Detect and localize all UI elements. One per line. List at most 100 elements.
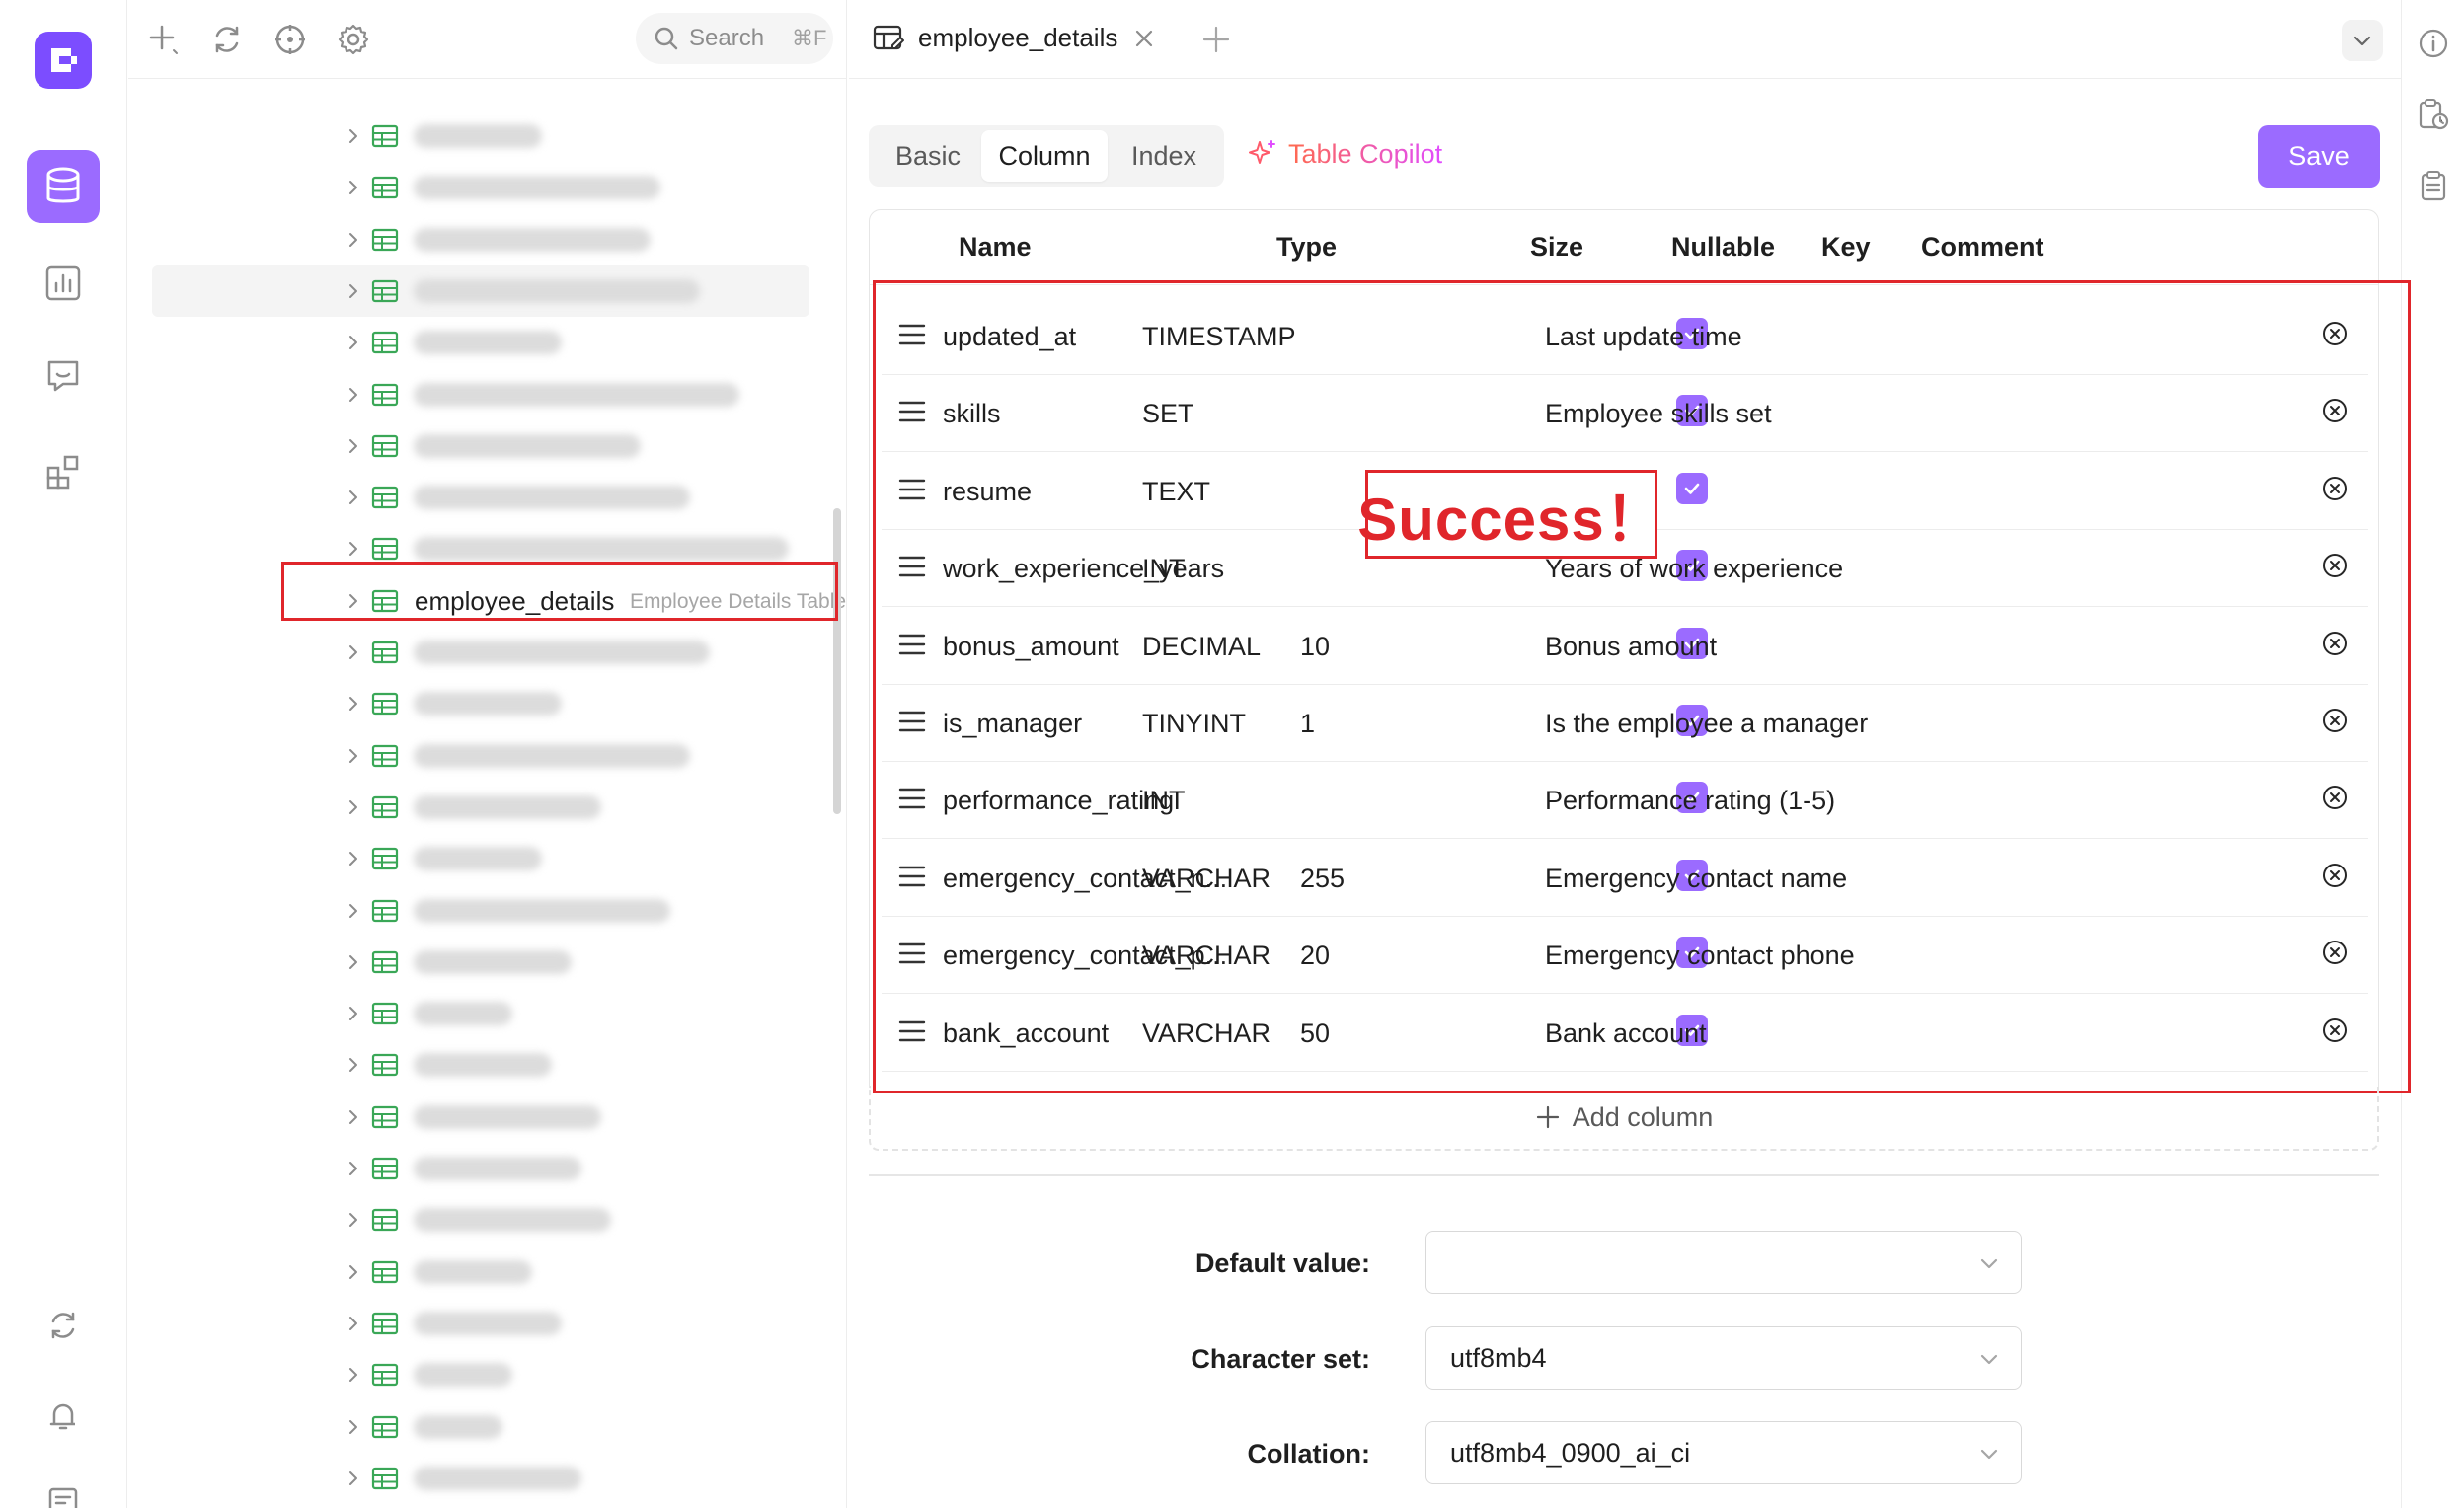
column-name[interactable]: bank_account	[943, 1018, 1109, 1049]
rail-sync-button[interactable]	[27, 1289, 100, 1362]
tree-item-table[interactable]	[152, 317, 823, 368]
add-connection-button[interactable]	[144, 20, 184, 59]
drag-handle-icon[interactable]	[897, 322, 927, 347]
column-comment[interactable]: Emergency contact name	[1545, 864, 1847, 894]
column-row[interactable]: bank_account VARCHAR 50 Bank account	[882, 995, 2368, 1072]
chevron-right-icon[interactable]	[345, 537, 362, 561]
tree-item-table[interactable]: employee_details Employee Details Table	[152, 575, 846, 627]
chevron-right-icon[interactable]	[345, 1415, 362, 1439]
column-type[interactable]: VARCHAR	[1142, 864, 1270, 894]
default-value-select[interactable]	[1425, 1231, 2022, 1294]
chevron-right-icon[interactable]	[345, 176, 362, 199]
chevron-right-icon[interactable]	[345, 1260, 362, 1284]
drag-handle-icon[interactable]	[897, 709, 927, 734]
tree-settings-button[interactable]	[334, 20, 373, 59]
column-row[interactable]: skills SET Employee skills set	[882, 375, 2368, 453]
remove-circle-icon[interactable]	[2321, 475, 2348, 502]
column-row[interactable]: performance_rating INT Performance rating …	[882, 762, 2368, 840]
saved-queries-button[interactable]	[2416, 168, 2451, 203]
column-name[interactable]: updated_at	[943, 322, 1076, 352]
drag-handle-icon[interactable]	[897, 786, 927, 811]
chevron-right-icon[interactable]	[345, 1053, 362, 1077]
tree-item-table[interactable]	[152, 988, 823, 1039]
remove-circle-icon[interactable]	[2321, 320, 2348, 347]
column-comment[interactable]: Employee skills set	[1545, 399, 1772, 429]
refresh-tree-button[interactable]	[207, 20, 247, 59]
chevron-right-icon[interactable]	[345, 1002, 362, 1025]
tree-item-table[interactable]	[152, 1349, 823, 1400]
tree-item-table[interactable]	[152, 420, 823, 472]
tree-item-table[interactable]	[152, 678, 823, 729]
collation-select[interactable]: utf8mb4_0900_ai_ci	[1425, 1421, 2022, 1484]
rail-plugins-button[interactable]	[27, 434, 100, 507]
chevron-right-icon[interactable]	[345, 950, 362, 974]
info-button[interactable]	[2416, 26, 2451, 61]
add-column-button[interactable]: Add column	[869, 1086, 2379, 1151]
column-name[interactable]: resume	[943, 477, 1032, 507]
tree-item-table[interactable]	[152, 1401, 823, 1453]
remove-circle-icon[interactable]	[2321, 862, 2348, 889]
column-name[interactable]: is_manager	[943, 709, 1082, 739]
tree-item-table[interactable]	[152, 1246, 823, 1298]
tree-search-input[interactable]: Search ⌘F	[636, 13, 833, 64]
chevron-right-icon[interactable]	[345, 1467, 362, 1490]
column-row[interactable]: updated_at TIMESTAMP Last update time	[882, 298, 2368, 375]
drag-handle-icon[interactable]	[897, 941, 927, 966]
tree-item-table[interactable]	[152, 1092, 823, 1143]
chevron-right-icon[interactable]	[345, 1157, 362, 1180]
tab-employee-details[interactable]: employee_details	[849, 0, 1175, 79]
table-copilot-button[interactable]: Table Copilot	[1247, 138, 1442, 170]
tree-item-table[interactable]	[152, 1143, 823, 1194]
segment-basic[interactable]: Basic	[875, 130, 981, 182]
column-type[interactable]: DECIMAL	[1142, 632, 1261, 662]
drag-handle-icon[interactable]	[897, 554, 927, 579]
chevron-right-icon[interactable]	[345, 589, 362, 613]
chevron-right-icon[interactable]	[345, 744, 362, 768]
column-row[interactable]: emergency_contact_n... VARCHAR 255 Emergenc…	[882, 840, 2368, 917]
column-comment[interactable]: Performance rating (1-5)	[1545, 786, 1835, 816]
segment-index[interactable]: Index	[1110, 130, 1218, 182]
locate-button[interactable]	[270, 20, 310, 59]
column-size[interactable]: 50	[1300, 1018, 1330, 1049]
chevron-right-icon[interactable]	[345, 847, 362, 870]
tree-item-table[interactable]	[152, 1194, 823, 1245]
rail-database-button[interactable]	[27, 150, 100, 223]
column-type[interactable]: SET	[1142, 399, 1194, 429]
chevron-right-icon[interactable]	[345, 331, 362, 354]
column-comment[interactable]: Bank account	[1545, 1018, 1707, 1049]
remove-circle-icon[interactable]	[2321, 1017, 2348, 1044]
close-icon[interactable]	[1133, 28, 1155, 49]
tree-item-table[interactable]	[152, 782, 823, 833]
tree-item-table[interactable]	[152, 1453, 823, 1504]
column-row[interactable]: emergency_contact_p... VARCHAR 20 Emergency…	[882, 917, 2368, 995]
chevron-right-icon[interactable]	[345, 434, 362, 458]
column-size[interactable]: 10	[1300, 632, 1330, 662]
chevron-right-icon[interactable]	[345, 1105, 362, 1129]
tree-item-table[interactable]	[152, 162, 823, 213]
tree-scrollbar[interactable]	[833, 508, 841, 814]
remove-circle-icon[interactable]	[2321, 552, 2348, 579]
rail-chat-button[interactable]	[27, 339, 100, 413]
app-logo[interactable]	[35, 32, 92, 89]
tree-item-table[interactable]	[152, 214, 823, 265]
rail-feedback-button[interactable]	[27, 1465, 100, 1508]
nullable-checkbox[interactable]	[1676, 472, 1708, 504]
column-size[interactable]: 255	[1300, 864, 1345, 894]
chevron-right-icon[interactable]	[345, 228, 362, 252]
history-button[interactable]	[2416, 97, 2451, 132]
column-type[interactable]: VARCHAR	[1142, 1018, 1270, 1049]
remove-circle-icon[interactable]	[2321, 784, 2348, 811]
column-size[interactable]: 20	[1300, 941, 1330, 971]
segment-column[interactable]: Column	[981, 130, 1108, 182]
tree-item-table[interactable]	[152, 937, 823, 988]
tree-item-table[interactable]	[152, 523, 823, 574]
column-size[interactable]: 1	[1300, 709, 1315, 739]
tree-item-table[interactable]	[152, 885, 823, 937]
save-button[interactable]: Save	[2258, 125, 2380, 188]
column-row[interactable]: bonus_amount DECIMAL 10 Bonus amount	[882, 608, 2368, 685]
column-type[interactable]: INT	[1142, 786, 1186, 816]
column-type[interactable]: TINYINT	[1142, 709, 1246, 739]
chevron-right-icon[interactable]	[345, 641, 362, 664]
chevron-right-icon[interactable]	[345, 279, 362, 303]
remove-circle-icon[interactable]	[2321, 707, 2348, 734]
